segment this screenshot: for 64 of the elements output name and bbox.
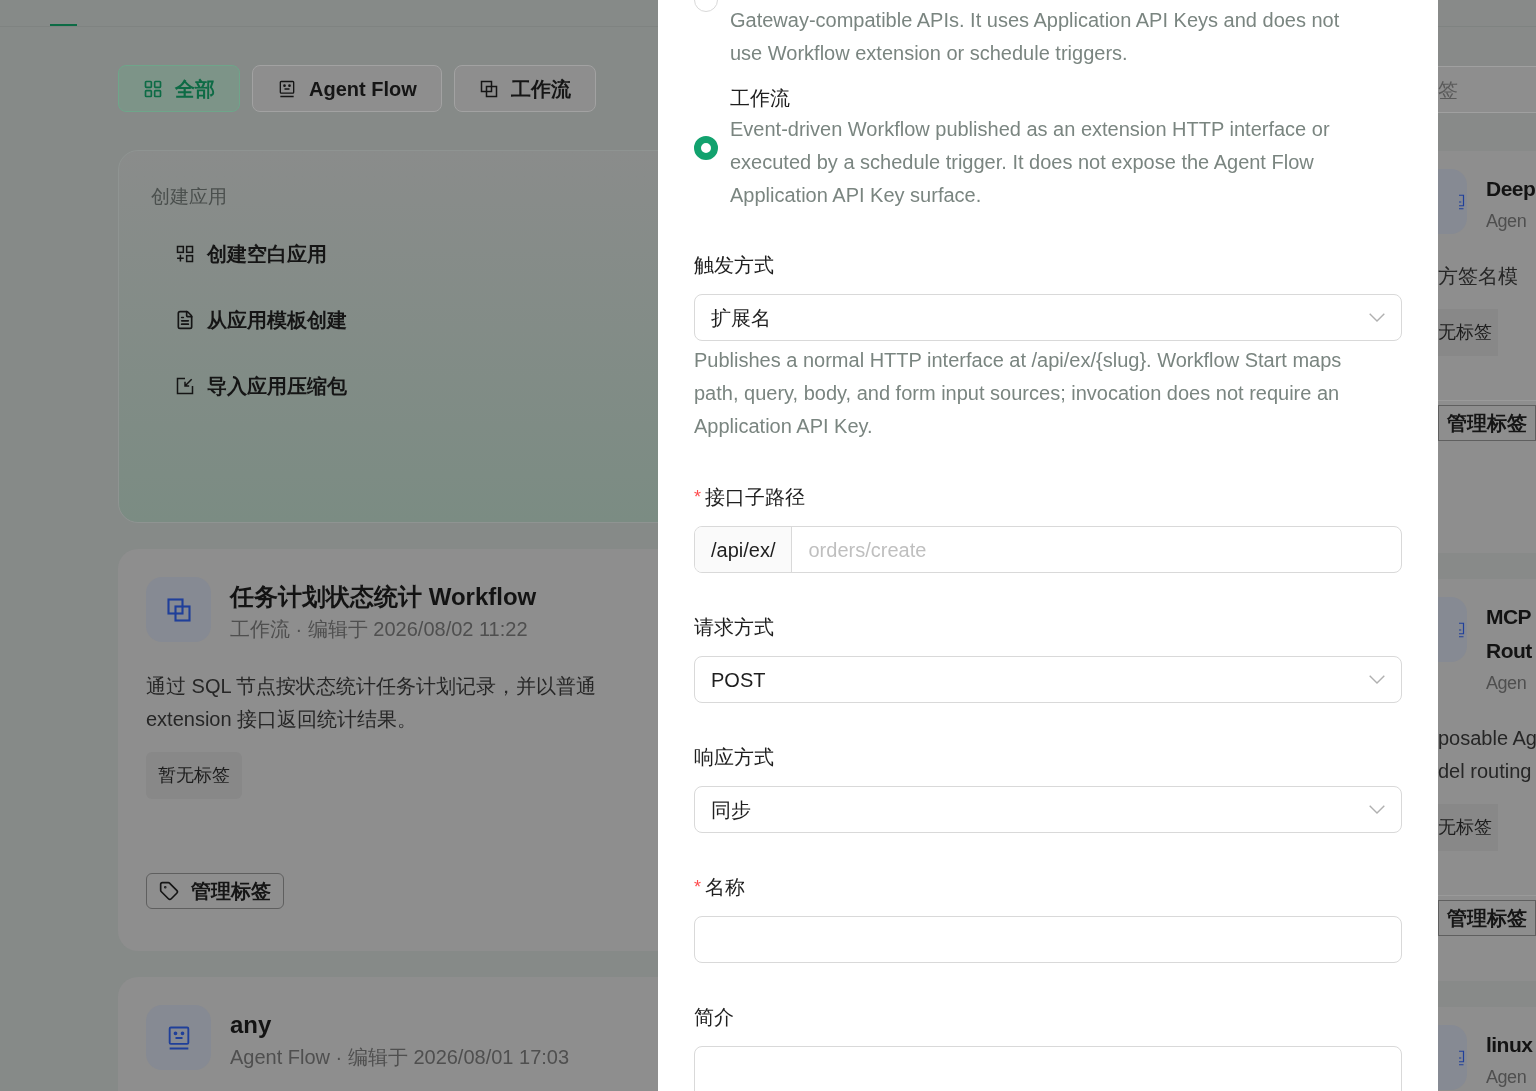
field-label: 简介: [694, 1005, 735, 1030]
bot-face-icon: [277, 78, 297, 99]
tag-chip: 无标签: [1438, 804, 1498, 851]
app-card[interactable]: any Agent Flow · 编辑于 2026/08/01 17:03: [118, 977, 658, 1091]
app-description: 通过 SQL 节点按状态统计任务计划记录，并以普通 extension 接口返回统计结果。: [146, 674, 598, 732]
app-title: MCP: [1486, 604, 1532, 630]
tag-chip: 暂无标签: [146, 752, 242, 799]
filter-tab[interactable]: Agent Flow: [252, 65, 442, 112]
app-title: Deep: [1486, 176, 1536, 202]
app-meta: Agen: [1486, 672, 1528, 695]
create-option[interactable]: 从应用模板创建: [175, 305, 658, 335]
option-label: 工作流: [730, 86, 791, 111]
create-option[interactable]: 创建空白应用: [175, 239, 658, 269]
manage-tags-button[interactable]: 管理标签: [1438, 405, 1536, 441]
input-prefix: /api/ex/: [695, 527, 793, 572]
overlapping-squares-icon: [164, 595, 193, 624]
required-mark: *: [694, 486, 701, 509]
grid-plus-icon: [175, 244, 195, 264]
chevron-down-icon: [1369, 805, 1385, 814]
tag-icon: [159, 881, 179, 901]
document-icon: [175, 310, 195, 330]
filter-tab[interactable]: 工作流: [453, 65, 596, 112]
app-card[interactable]: linux Agen: [1438, 1007, 1536, 1091]
field-label: * 名称: [694, 872, 1402, 902]
create-option[interactable]: 导入应用压缩包: [175, 371, 658, 401]
app-title: linux: [1486, 1032, 1533, 1058]
field-label: * 接口子路径: [694, 482, 1402, 512]
app-card[interactable]: Deep Agen 方签名模 无标签 管理标签: [1438, 151, 1536, 553]
import-icon: [175, 376, 195, 396]
app-card[interactable]: 任务计划状态统计 Workflow 工作流 · 编辑于 2026/08/02 11:22 通过 SQL 节点按状态统计任务计划记录，并以普通 extension 接口返回统计结果。 暂无标签 管理标签: [118, 549, 658, 951]
required-mark: *: [694, 876, 701, 899]
field-label: 触发方式: [694, 253, 775, 278]
input-field[interactable]: [694, 916, 1402, 963]
app-meta: Agent Flow · 编辑于 2026/08/01 17:03: [230, 1045, 570, 1070]
nav-active-indicator: [50, 24, 77, 26]
app-description: 方签名模: [1438, 264, 1519, 289]
app-meta: Agen: [1486, 210, 1528, 233]
field-label: 响应方式: [694, 745, 775, 770]
chevron-down-icon: [1369, 675, 1385, 684]
select-field[interactable]: POST: [694, 656, 1402, 703]
app-title: any: [230, 1010, 273, 1040]
option-description: Gateway-compatible APIs. It uses Application API Keys and does not use Workflow extension or schedule triggers.: [730, 8, 1341, 66]
app-description: del routing: [1438, 759, 1533, 784]
grid-icon: [143, 78, 163, 99]
select-field[interactable]: 同步: [694, 786, 1402, 833]
overlapping-squares-icon: [478, 78, 499, 99]
app-meta: 工作流 · 编辑于 2026/08/02 11:22: [230, 617, 529, 642]
tag-chip: 无标签: [1438, 309, 1498, 356]
input-field[interactable]: orders/create: [792, 527, 1401, 572]
select-field[interactable]: 扩展名: [694, 294, 1402, 341]
app-title: 任务计划状态统计 Workflow: [230, 582, 537, 612]
app-title: Rout: [1486, 638, 1532, 664]
card-title: 创建应用: [151, 185, 228, 209]
app-card[interactable]: MCP Rout Agen posable Ag del routing 无标签 管理标签: [1438, 579, 1536, 981]
field-label: 请求方式: [694, 615, 775, 640]
chevron-down-icon: [1369, 313, 1385, 322]
option-description: Event-driven Workflow published as an extension HTTP interface or executed by a schedule trigger. It does not expose the Agent Flow Application API Key surface.: [730, 117, 1331, 208]
manage-tags-button[interactable]: 管理标签: [1438, 900, 1536, 936]
path-input-field[interactable]: /api/ex/ orders/create: [694, 526, 1402, 573]
field-help: Publishes a normal HTTP interface at /api/ex/{slug}. Workflow Start maps path, query, body, and form input sources; invocation does not require an Application API Key.: [694, 348, 1343, 439]
radio-button[interactable]: [694, 135, 718, 160]
app-meta: Agen: [1486, 1066, 1528, 1089]
app-description: posable Ag: [1438, 726, 1536, 751]
manage-tags-button[interactable]: 管理标签: [146, 873, 284, 909]
